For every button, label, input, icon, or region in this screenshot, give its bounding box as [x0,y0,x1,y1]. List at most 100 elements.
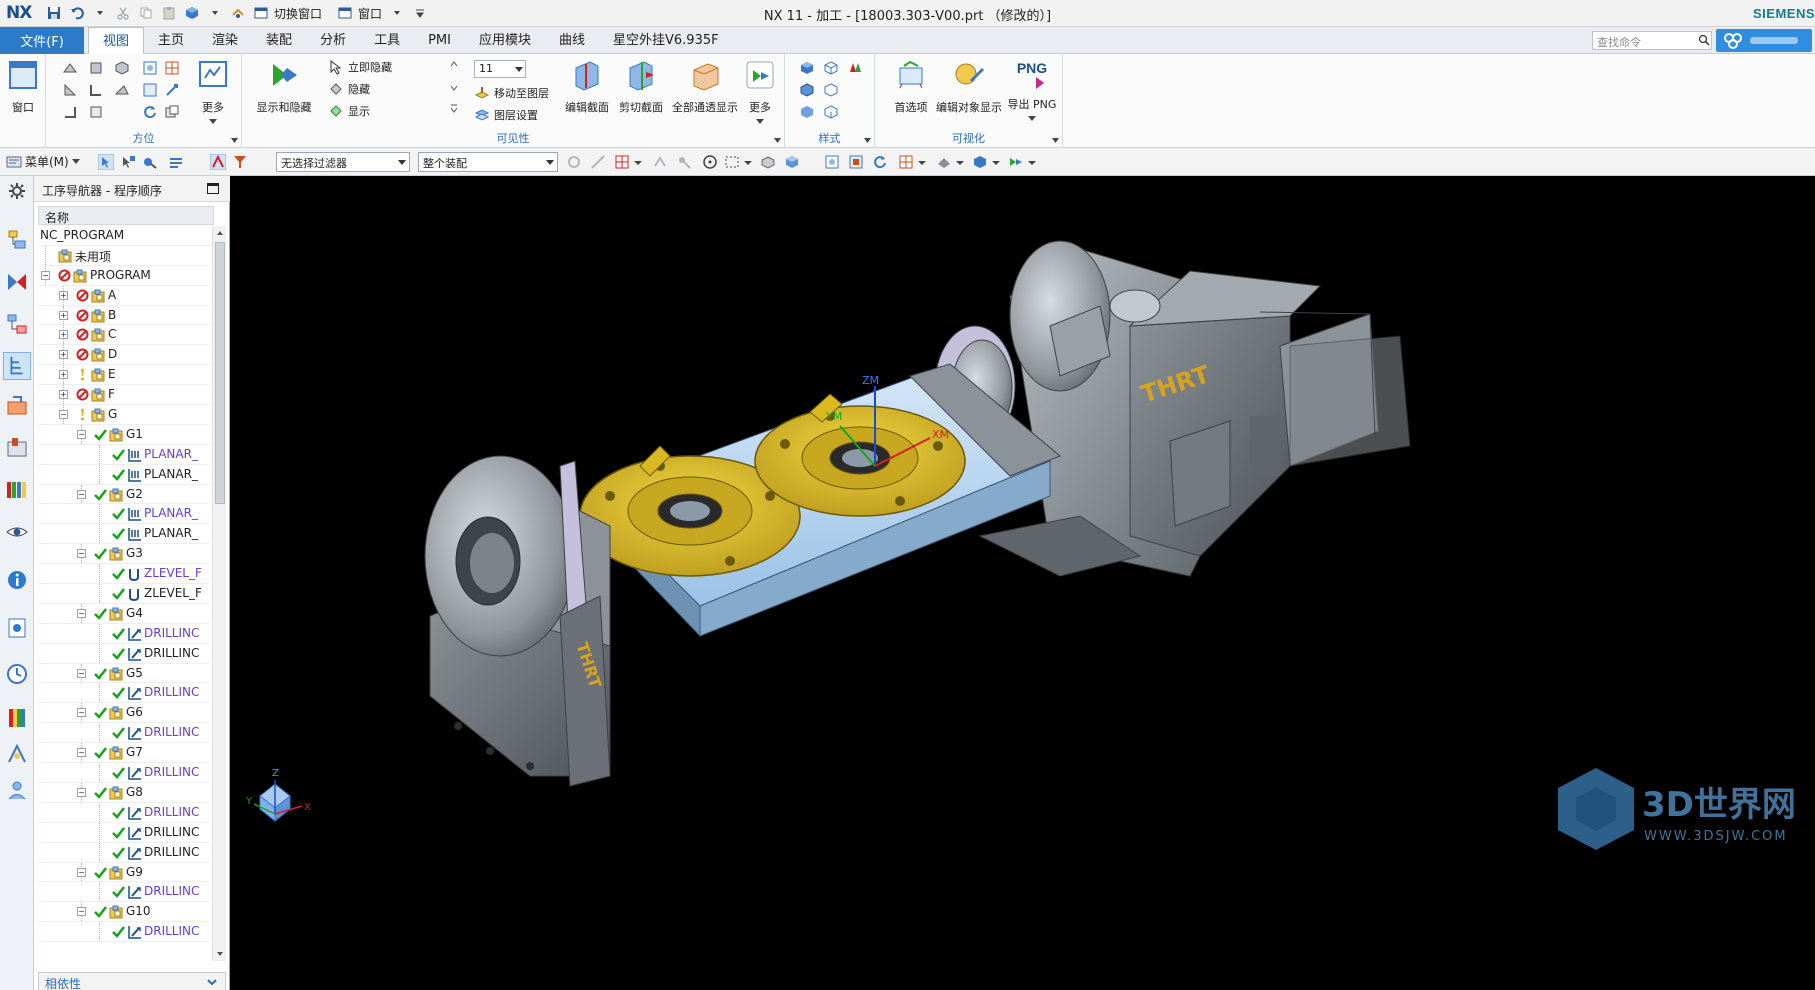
machine-tool-navigator-icon[interactable] [5,394,29,418]
show-hide-small-icon[interactable] [1008,154,1024,170]
rectangle-select-icon[interactable] [724,154,740,170]
tree-row[interactable]: − G10 [38,902,210,923]
info-icon[interactable] [5,568,29,592]
web-browser-icon[interactable] [5,616,29,640]
snap-grid-icon[interactable] [614,154,630,170]
show-all-through-button[interactable]: 全部通透显示 [668,58,742,115]
tab-render[interactable]: 渲染 [198,27,252,54]
fit-view-icon[interactable] [824,154,840,170]
gallery-expand-icon[interactable] [450,104,458,114]
tree-row[interactable]: − G7 [38,743,210,764]
export-png-button[interactable]: PNG 导出 PNG [1003,58,1061,125]
tree-row[interactable]: − G3 [38,544,210,565]
chevron-down-icon[interactable] [744,154,752,170]
dependencies-header[interactable]: 相依性 [38,972,226,990]
static-wireframe-icon[interactable] [823,104,839,120]
tree-row[interactable]: − G4 [38,603,210,624]
group-expand-icon[interactable] [231,137,238,144]
collapse-toggle[interactable]: − [77,708,86,718]
zoom-area-icon[interactable] [848,154,864,170]
machining-feature-navigator-icon[interactable] [5,436,29,460]
scroll-down-icon[interactable] [450,84,458,92]
rotate-view-icon[interactable] [872,154,888,170]
chevron-down-icon[interactable] [992,154,1000,170]
tree-row[interactable]: DRILLINC [38,763,210,783]
collapse-toggle[interactable]: − [77,668,86,678]
expand-toggle[interactable]: + [59,310,68,320]
snap-quadrant-icon[interactable] [676,154,692,170]
hide-button[interactable]: 隐藏 [328,80,370,98]
process-studio-icon[interactable] [5,742,29,766]
expand-toggle[interactable]: + [59,370,68,380]
tab-view[interactable]: 视图 [88,27,145,54]
pan-icon[interactable] [164,82,180,98]
group-expand-icon[interactable] [774,137,781,144]
tree-row[interactable]: NC_PROGRAM [38,226,210,246]
maximize-icon[interactable] [207,183,219,194]
restore-view-icon[interactable] [164,104,180,120]
tree-row[interactable]: − G5 [38,663,210,684]
view-back-icon[interactable] [88,104,104,120]
tree-row[interactable]: DRILLINC [38,802,210,823]
collapse-toggle[interactable]: − [77,907,86,917]
search-icon[interactable] [1698,34,1710,46]
show-object-icon[interactable] [760,154,776,170]
nx-logo[interactable]: NX [6,3,32,23]
tab-applications[interactable]: 应用模块 [465,27,545,54]
group-expand-icon[interactable] [864,137,871,144]
scroll-up-icon[interactable] [450,60,458,68]
window-icon[interactable] [335,4,355,22]
hide-immediately-button[interactable]: 立即隐藏 [328,58,392,76]
tree-row[interactable]: PLANAR_ [38,524,210,545]
undo-icon[interactable] [67,4,87,22]
collapse-toggle[interactable]: − [77,608,86,618]
tree-row[interactable]: + A [38,285,210,306]
tree-row[interactable]: − G9 [38,862,210,883]
window-button[interactable]: 窗口 [2,58,44,115]
save-icon[interactable] [44,4,64,22]
collapse-toggle[interactable]: − [77,549,86,559]
type-filter-select[interactable]: 无选择过滤器 [276,152,410,172]
render-style-icon[interactable] [936,154,952,170]
tree-row[interactable]: DRILLINC [38,842,210,863]
cut-icon[interactable] [113,4,133,22]
scroll-up-icon[interactable] [216,229,224,237]
view-front-icon[interactable] [88,60,104,76]
clip-section-button[interactable]: 剪切截面 [612,58,670,115]
tree-row[interactable]: + C [38,325,210,346]
analysis-palette-icon[interactable] [5,706,29,730]
view-iso-icon[interactable] [114,60,130,76]
collapse-toggle[interactable]: − [77,787,86,797]
tree-row[interactable]: DRILLINC [38,643,210,664]
chevron-down-icon[interactable] [90,4,110,22]
tree-row[interactable]: + B [38,305,210,326]
tree-row[interactable]: − G2 [38,484,210,505]
command-search-input[interactable]: 查找命令 [1592,31,1712,50]
assembly-navigator-icon[interactable] [5,228,29,252]
chevron-down-icon[interactable] [956,154,964,170]
part-navigator-icon[interactable] [5,312,29,336]
orientation-more-button[interactable]: 更多 [188,58,238,128]
tree-row[interactable]: + D [38,345,210,366]
customize-qat-icon[interactable] [410,4,430,22]
collapse-toggle[interactable]: − [77,429,86,439]
tree-row[interactable]: 未用项 [38,245,210,266]
filter-settings-icon[interactable] [232,154,248,170]
tree-row[interactable]: PLANAR_ [38,504,210,525]
snap-arc-center-icon[interactable] [702,154,718,170]
tree-row[interactable]: ZLEVEL_F [38,564,210,585]
tree-row[interactable]: DRILLINC [38,623,210,644]
view-trimetric-icon[interactable] [114,82,130,98]
collapse-toggle[interactable]: − [77,748,86,758]
switch-window-icon[interactable] [251,4,271,22]
tab-pmi[interactable]: PMI [414,27,465,54]
cube-icon[interactable] [182,4,202,22]
view-triad[interactable]: X Y Z [245,768,311,823]
tab-plugin[interactable]: 星空外挂V6.935F [599,27,733,54]
graphics-window[interactable]: THRT ZM YM XM THRT X Y Z 3D世界网 WWW.3DSJW… [230,176,1815,990]
layout-grid-icon[interactable] [164,60,180,76]
fit-view-icon[interactable] [142,82,158,98]
zoom-icon[interactable] [142,60,158,76]
tree-row[interactable]: − G6 [38,703,210,724]
column-header-name[interactable]: 名称 [38,206,214,225]
